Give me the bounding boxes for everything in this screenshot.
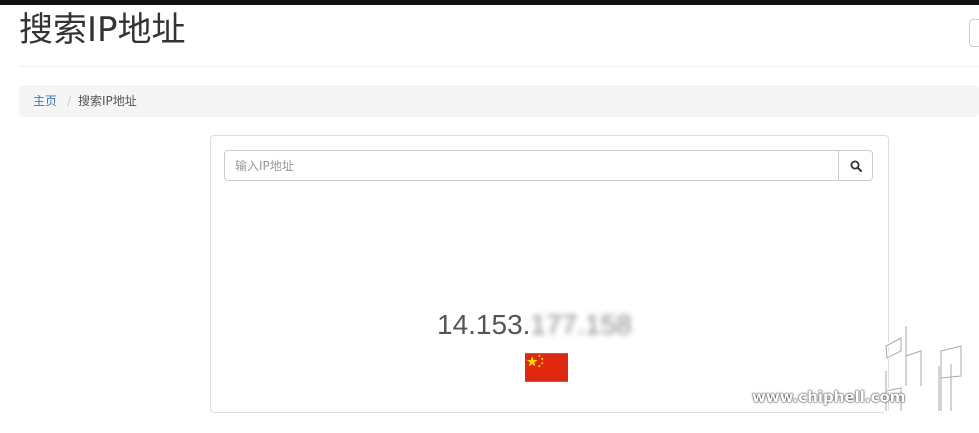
header-divider — [19, 66, 979, 67]
breadcrumb: 主页 / 搜索IP地址 — [19, 85, 979, 117]
breadcrumb-current: 搜索IP地址 — [78, 94, 137, 108]
ip-address-result: 14.153.177.158 — [437, 306, 632, 344]
watermark-url: www.chiphell.com — [752, 388, 906, 406]
breadcrumb-home-link[interactable]: 主页 — [33, 85, 57, 117]
page-title: 搜索IP地址 — [19, 10, 186, 50]
breadcrumb-separator: / — [67, 94, 72, 108]
header-button-partial[interactable] — [969, 19, 979, 47]
ip-search-input[interactable] — [224, 150, 839, 181]
search-icon — [850, 160, 862, 172]
ip-address-visible: 14.153. — [437, 309, 531, 340]
china-flag-icon — [525, 353, 568, 382]
top-dark-strip — [0, 0, 979, 5]
ip-address-obscured: 177.158 — [530, 309, 632, 340]
search-button[interactable] — [838, 150, 873, 181]
